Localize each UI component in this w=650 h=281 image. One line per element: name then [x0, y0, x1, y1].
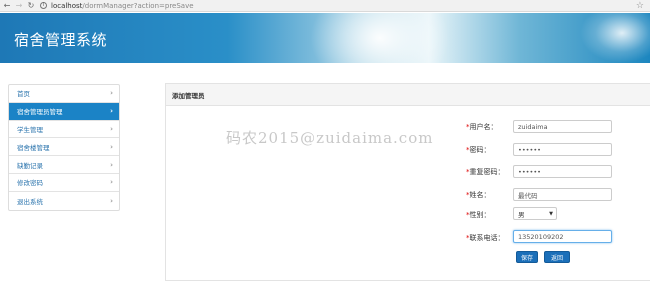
back-button[interactable]: 返回 — [544, 251, 570, 263]
chevron-right-icon: › — [110, 124, 113, 133]
banner-glow — [310, 13, 450, 63]
url-host: localhost — [51, 1, 83, 10]
name-input[interactable]: 最代码 — [513, 188, 612, 201]
watermark-text: 码农2015@zuidaima.com — [226, 129, 434, 147]
username-row: *用户名： — [466, 120, 514, 133]
tel-input[interactable]: 13520109202 — [513, 230, 612, 243]
bookmark-star-icon[interactable]: ☆ — [636, 1, 644, 11]
sidebar-item-logout[interactable]: 退出系统 › — [9, 192, 119, 210]
sidebar-item-home[interactable]: 首页 › — [9, 85, 119, 103]
sex-label-text: 性别： — [469, 210, 491, 219]
name-row: *姓名： — [466, 188, 514, 201]
chevron-right-icon: › — [110, 178, 113, 187]
password-input[interactable]: •••••• — [513, 143, 612, 156]
sidebar-item-buildings[interactable]: 宿舍楼管理 › — [9, 138, 119, 157]
reload-icon[interactable]: ↻ — [26, 1, 36, 11]
chevron-right-icon: › — [110, 107, 113, 116]
password-row: *密码： — [466, 143, 514, 156]
chevron-right-icon: › — [110, 142, 113, 151]
chevron-right-icon: › — [110, 89, 113, 98]
repassword-label-text: 重复密码： — [469, 167, 505, 176]
header-banner: 宿舍管理系统 — [0, 13, 650, 63]
caret-down-icon: ▼ — [549, 210, 553, 217]
url-path: /dormManager?action=preSave — [82, 1, 194, 10]
add-manager-panel: 添加管理员 — [165, 83, 650, 281]
username-label-text: 用户名： — [469, 122, 498, 131]
name-label: *姓名： — [466, 190, 514, 200]
name-label-text: 姓名： — [469, 190, 491, 199]
chevron-right-icon: › — [110, 160, 113, 169]
sex-label: *性别： — [466, 210, 514, 220]
password-label-text: 密码： — [469, 145, 491, 154]
sex-select[interactable]: 男 ▼ — [513, 207, 557, 220]
password-label: *密码： — [466, 145, 514, 155]
sidebar-item-label: 首页 — [17, 90, 30, 99]
repassword-label: *重复密码： — [466, 167, 514, 177]
banner-splash — [580, 13, 650, 63]
username-label: *用户名： — [466, 122, 514, 132]
sex-select-value: 男 — [518, 210, 525, 219]
tel-label-text: 联系电话： — [469, 233, 505, 242]
forward-arrow-icon[interactable]: → — [14, 1, 24, 11]
sidebar-item-label: 学生管理 — [17, 125, 43, 134]
sidebar-item-students[interactable]: 学生管理 › — [9, 121, 119, 139]
sidebar-nav: 首页 › 宿舍管理员管理 › 学生管理 › 宿舍楼管理 › 缺勤记录 › 修改密… — [8, 84, 120, 211]
info-icon[interactable]: i — [40, 2, 47, 9]
repassword-row: *重复密码： — [466, 165, 514, 178]
sidebar-item-label: 宿舍楼管理 — [17, 143, 50, 152]
tel-label: *联系电话： — [466, 233, 514, 243]
sidebar-item-label: 缺勤记录 — [17, 161, 43, 170]
sidebar-item-label: 修改密码 — [17, 179, 43, 188]
app-title: 宿舍管理系统 — [14, 31, 108, 49]
chevron-right-icon: › — [110, 196, 113, 205]
panel-title: 添加管理员 — [166, 84, 650, 106]
sidebar-item-label: 退出系统 — [17, 197, 43, 206]
sidebar-item-change-password[interactable]: 修改密码 › — [9, 174, 119, 192]
sex-row: *性别： — [466, 208, 514, 221]
sidebar-item-dorm-managers[interactable]: 宿舍管理员管理 › — [9, 102, 119, 121]
tel-row: *联系电话： — [466, 231, 514, 244]
username-input[interactable]: zuidaima — [513, 120, 612, 133]
back-arrow-icon[interactable]: ← — [2, 1, 12, 11]
browser-toolbar: ← → ↻ i localhost/dormManager?action=pre… — [0, 0, 650, 12]
save-button[interactable]: 保存 — [516, 251, 538, 263]
repassword-input[interactable]: •••••• — [513, 165, 612, 178]
sidebar-item-absence[interactable]: 缺勤记录 › — [9, 156, 119, 174]
address-bar[interactable]: i localhost/dormManager?action=preSave — [40, 1, 194, 11]
sidebar-item-label: 宿舍管理员管理 — [17, 108, 63, 117]
